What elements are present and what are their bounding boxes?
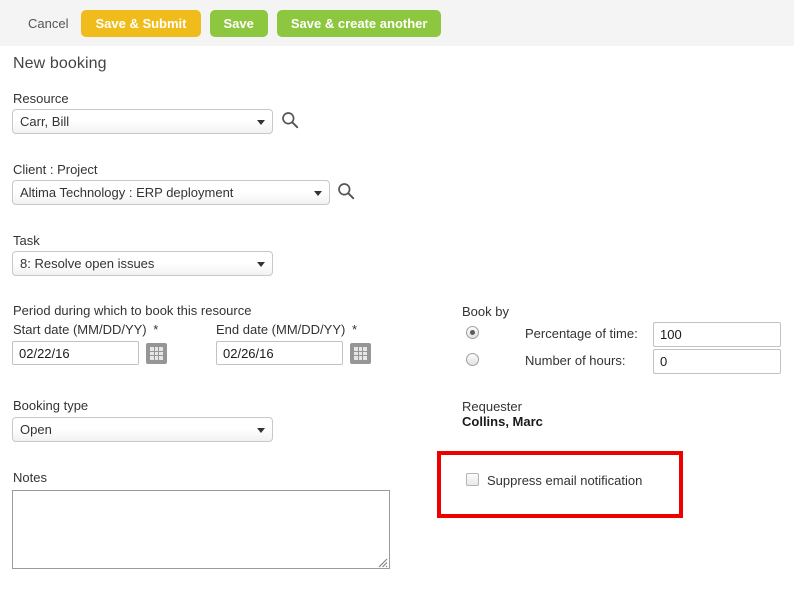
cancel-button[interactable]: Cancel (24, 16, 72, 31)
suppress-email-label: Suppress email notification (487, 473, 643, 488)
book-by-label: Book by (462, 304, 509, 319)
page-title: New booking (13, 55, 107, 72)
start-date-required-asterisk: * (153, 322, 159, 337)
client-project-select-value: Altima Technology : ERP deployment (20, 185, 234, 200)
notes-label: Notes (13, 470, 47, 485)
task-select-value: 8: Resolve open issues (20, 256, 155, 271)
end-date-label-text: End date (MM/DD/YY) (216, 322, 346, 337)
start-date-label-text: Start date (MM/DD/YY) (13, 322, 147, 337)
book-by-percentage-radio[interactable] (466, 326, 479, 339)
end-date-required-asterisk: * (351, 322, 358, 337)
requester-name: Collins, Marc (462, 414, 543, 429)
save-and-create-another-button[interactable]: Save & create another (276, 9, 442, 37)
chevron-down-icon (257, 119, 265, 125)
start-date-label: Start date (MM/DD/YY) * (13, 322, 158, 338)
task-label: Task (13, 233, 40, 248)
start-date-input[interactable] (12, 341, 139, 365)
resource-select-value: Carr, Bill (20, 114, 70, 129)
resource-label: Resource (13, 91, 69, 106)
client-project-search-icon[interactable] (337, 182, 355, 200)
number-of-hours-label: Number of hours: (525, 353, 626, 368)
booking-type-label: Booking type (13, 398, 89, 413)
toolbar-button-group: Cancel Save & Submit Save Save & create … (24, 0, 442, 46)
chevron-down-icon (257, 261, 265, 267)
end-date-input[interactable] (216, 341, 343, 365)
resource-select[interactable]: Carr, Bill (12, 109, 273, 134)
save-button[interactable]: Save (209, 9, 268, 37)
top-toolbar: Cancel Save & Submit Save Save & create … (0, 0, 794, 46)
book-by-hours-radio[interactable] (466, 353, 479, 366)
suppress-email-checkbox[interactable] (466, 473, 479, 486)
resource-search-icon[interactable] (281, 111, 299, 129)
task-select[interactable]: 8: Resolve open issues (12, 251, 273, 276)
client-project-label: Client : Project (13, 162, 98, 177)
percentage-of-time-label: Percentage of time: (525, 326, 638, 341)
percentage-of-time-input[interactable] (653, 322, 781, 347)
end-date-label: End date (MM/DD/YY) * (216, 322, 357, 338)
chevron-down-icon (257, 427, 265, 433)
notes-textarea[interactable] (12, 490, 390, 569)
start-date-calendar-icon[interactable] (146, 343, 167, 364)
booking-type-select-value: Open (20, 422, 52, 437)
booking-type-select[interactable]: Open (12, 417, 273, 442)
number-of-hours-input[interactable] (653, 349, 781, 374)
client-project-select[interactable]: Altima Technology : ERP deployment (12, 180, 330, 205)
period-section-label: Period during which to book this resourc… (13, 303, 252, 318)
requester-label: Requester (462, 399, 522, 414)
save-and-submit-button[interactable]: Save & Submit (81, 9, 201, 37)
end-date-calendar-icon[interactable] (350, 343, 371, 364)
chevron-down-icon (314, 190, 322, 196)
